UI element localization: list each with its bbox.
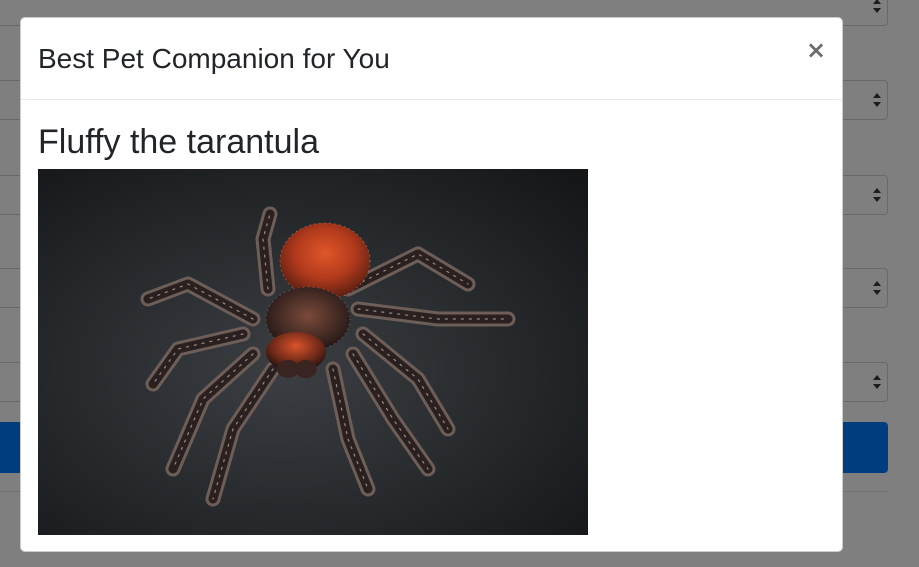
modal-header: Best Pet Companion for You × <box>21 18 842 100</box>
result-modal: Best Pet Companion for You × Fluffy the … <box>20 17 843 552</box>
modal-body: Fluffy the tarantula <box>21 100 842 535</box>
pet-image <box>38 169 588 535</box>
pet-name: Fluffy the tarantula <box>38 123 319 161</box>
close-button[interactable]: × <box>804 36 828 64</box>
modal-title: Best Pet Companion for You <box>38 43 390 74</box>
close-icon: × <box>805 36 827 64</box>
